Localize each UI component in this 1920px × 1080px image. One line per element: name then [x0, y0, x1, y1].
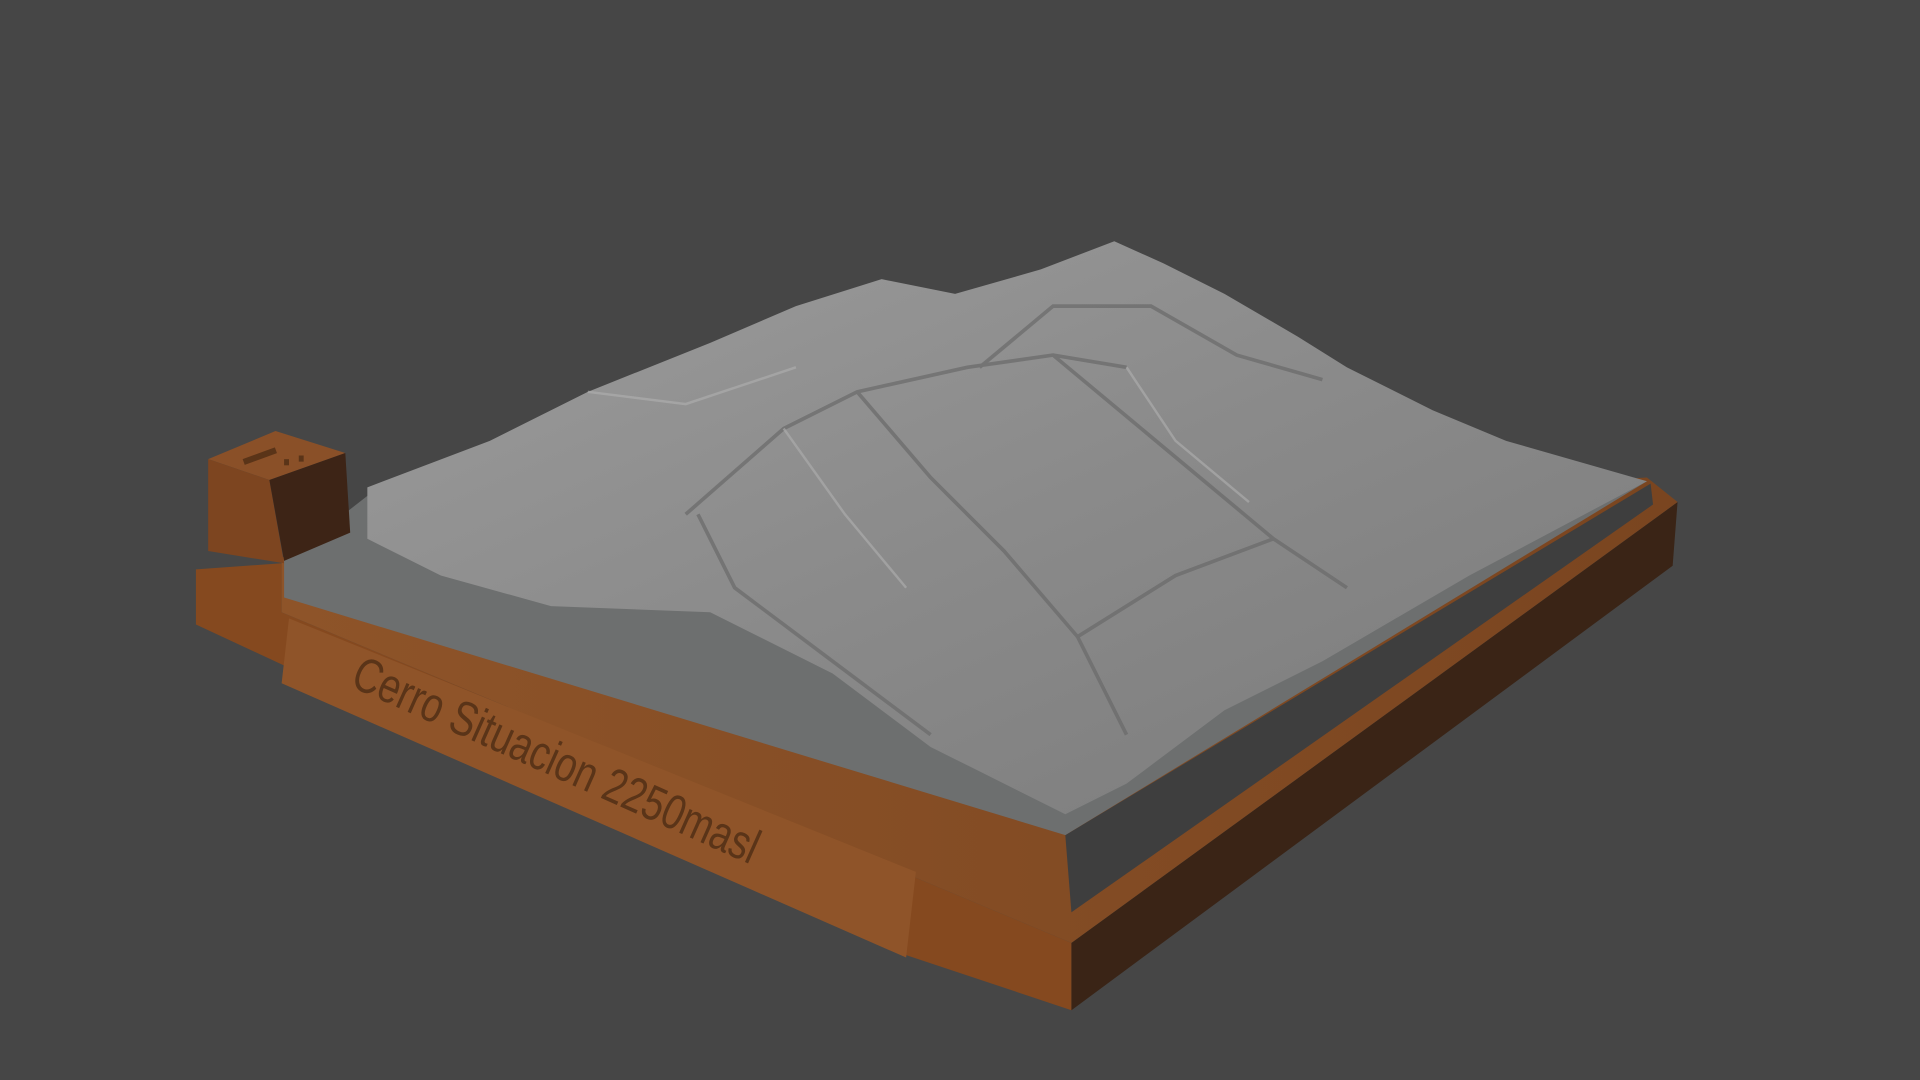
- viewport-3d[interactable]: Cerro Situacion 2250masl: [0, 0, 1920, 1080]
